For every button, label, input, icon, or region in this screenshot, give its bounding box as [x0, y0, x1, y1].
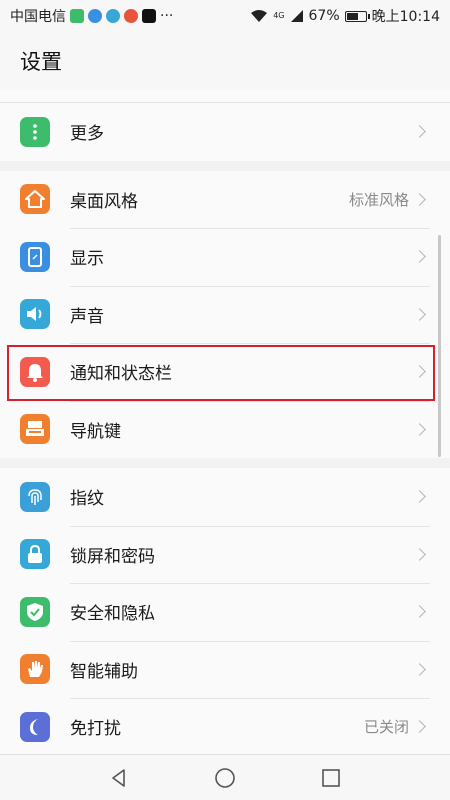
notification-app-icon	[70, 9, 84, 23]
scrollbar[interactable]	[438, 235, 441, 457]
bell-icon	[20, 356, 50, 387]
status-bar: 中国电信 ··· 4G 67% 晚上10:14	[0, 0, 450, 32]
settings-item-display[interactable]: 显示	[0, 228, 450, 286]
settings-item-sound[interactable]: 声音	[0, 285, 450, 343]
home-button[interactable]	[213, 766, 237, 790]
chevron-right-icon	[413, 662, 426, 676]
status-left: 中国电信 ···	[10, 6, 173, 26]
group-divider	[0, 458, 450, 468]
settings-item-security[interactable]: 安全和隐私	[0, 583, 450, 641]
weibo-app-icon	[124, 9, 138, 23]
chevron-right-icon	[413, 605, 426, 619]
chevron-right-icon	[413, 365, 426, 379]
chevron-right-icon	[413, 490, 426, 504]
settings-item-label: 锁屏和密码	[70, 546, 155, 567]
group-display: 桌面风格 标准风格 显示 声音 通知和状态栏 导航键	[0, 170, 450, 458]
carrier-label: 中国电信	[10, 9, 66, 25]
hand-icon	[20, 654, 50, 685]
clock: 晚上10:14	[371, 9, 440, 25]
signal-icon	[290, 10, 303, 22]
settings-item-label: 安全和隐私	[70, 604, 155, 625]
keyboard-icon	[20, 414, 50, 445]
top-partial-row	[0, 90, 450, 103]
settings-item-label: 桌面风格	[70, 191, 138, 212]
settings-list[interactable]: 更多 桌面风格 标准风格 显示 声音 通知和状态栏 导航键 指纹 锁屏和密码 安…	[0, 90, 450, 754]
settings-item-label: 导航键	[70, 421, 121, 442]
settings-item-do-not-disturb[interactable]: 免打扰 已关闭	[0, 698, 450, 754]
chevron-right-icon	[413, 125, 426, 139]
tiktok-app-icon	[142, 9, 156, 23]
battery-fill	[346, 12, 358, 20]
settings-item-label: 更多	[70, 124, 104, 145]
settings-item-label: 免打扰	[70, 719, 121, 740]
more-dots-icon	[20, 116, 50, 147]
settings-item-desktop-style[interactable]: 桌面风格 标准风格	[0, 170, 450, 228]
back-triangle-icon	[112, 768, 125, 787]
settings-item-more[interactable]: 更多	[0, 103, 450, 161]
settings-item-value: 已关闭	[363, 718, 409, 737]
group-more: 更多	[0, 103, 450, 161]
lock-icon	[20, 539, 50, 570]
back-button[interactable]	[107, 766, 131, 790]
group-divider	[0, 160, 450, 171]
shield-icon	[20, 596, 50, 627]
chevron-right-icon	[413, 720, 426, 734]
settings-item-label: 指纹	[70, 489, 104, 510]
status-right: 4G 67% 晚上10:14	[250, 6, 440, 26]
play-app-icon	[106, 9, 120, 23]
settings-item-label: 显示	[70, 249, 104, 270]
settings-item-value: 标准风格	[348, 190, 409, 209]
settings-item-notifications[interactable]: 通知和状态栏	[0, 343, 450, 401]
recents-square-icon	[322, 768, 340, 787]
group-security: 指纹 锁屏和密码 安全和隐私 智能辅助 免打扰 已关闭	[0, 468, 450, 754]
settings-item-label: 智能辅助	[70, 661, 138, 682]
chevron-right-icon	[413, 307, 426, 321]
chevron-right-icon	[413, 250, 426, 264]
settings-item-lockscreen[interactable]: 锁屏和密码	[0, 525, 450, 583]
page-title: 设置	[20, 50, 62, 74]
home-icon	[20, 184, 50, 215]
chevron-right-icon	[413, 547, 426, 561]
more-notifications: ···	[160, 8, 174, 24]
chevron-right-icon	[413, 192, 426, 206]
settings-item-navigation-keys[interactable]: 导航键	[0, 400, 450, 458]
settings-item-label: 通知和状态栏	[70, 364, 172, 385]
battery-icon	[344, 10, 370, 22]
page-header: 设置	[0, 32, 450, 90]
battery-percent: 67%	[308, 8, 340, 24]
moon-icon	[20, 711, 50, 742]
navigation-bar	[0, 754, 450, 800]
recents-button[interactable]	[319, 766, 343, 790]
chevron-right-icon	[413, 422, 426, 436]
wifi-icon	[251, 10, 268, 22]
settings-item-fingerprint[interactable]: 指纹	[0, 468, 450, 526]
display-phone-icon	[20, 241, 50, 272]
paw-app-icon	[88, 9, 102, 23]
settings-item-smart-assist[interactable]: 智能辅助	[0, 640, 450, 698]
speaker-icon	[20, 299, 50, 330]
fingerprint-icon	[20, 481, 50, 512]
network-type: 4G	[273, 11, 285, 20]
home-circle-icon	[215, 767, 235, 788]
settings-item-label: 声音	[70, 306, 104, 327]
